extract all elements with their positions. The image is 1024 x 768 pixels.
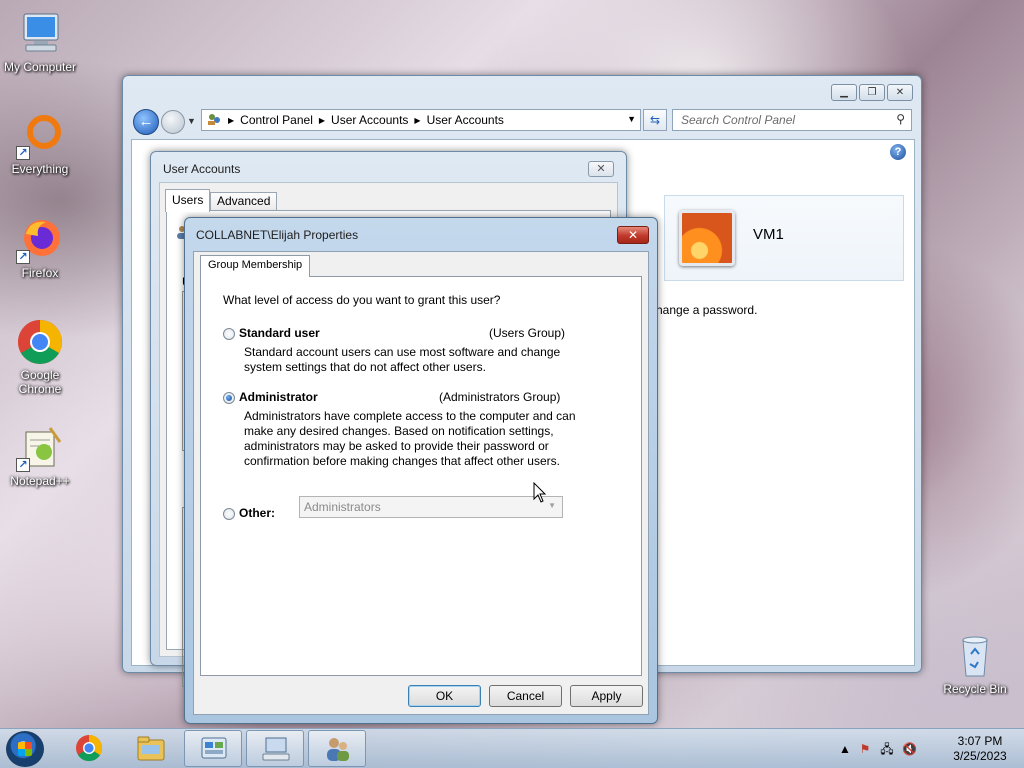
show-hidden-icons-button[interactable]: ▲ [838,742,852,756]
notepad-plus-plus-icon: ↗ [16,424,64,472]
desktop-icon-firefox[interactable]: ↗ Firefox [0,216,80,280]
users-group-label: (Users Group) [489,326,566,340]
action-center-icon[interactable]: ⚑ [858,742,872,756]
desktop-icon-my-computer[interactable]: My Computer [0,10,80,74]
search-placeholder: Search Control Panel [681,113,796,127]
tab-advanced[interactable]: Advanced [210,192,278,211]
maximize-button[interactable]: ❐ [859,84,885,101]
tab-group-membership[interactable]: Group Membership [200,255,311,277]
recent-pages-dropdown[interactable]: ▼ [187,116,196,126]
desktop-icon-label: Recycle Bin [943,682,1007,696]
help-icon[interactable]: ? [890,144,906,160]
taskbar-user-accounts[interactable] [246,730,304,767]
volume-muted-icon[interactable]: 🔇 [902,742,917,756]
computer-icon [16,10,64,58]
chevron-down-icon: ▼ [548,501,556,510]
administrator-radio[interactable] [223,392,235,404]
desktop-icon-label: Google Chrome [18,368,62,396]
mouse-cursor-icon [533,482,547,503]
desktop-icon-everything[interactable]: ↗ Everything [0,112,80,176]
desktop-icon-notepad-plus-plus[interactable]: ↗ Notepad++ [0,424,80,488]
desktop-icon-label: My Computer [3,60,77,74]
clock-date: 3/25/2023 [953,749,1007,763]
shortcut-arrow-icon: ↗ [16,146,30,160]
other-group-value: Administrators [304,500,381,514]
desktop-icon-label: Notepad++ [10,474,70,488]
desktop-icon-recycle-bin[interactable]: Recycle Bin [935,632,1015,696]
user-card: VM1 [664,195,904,281]
other-group-select[interactable]: Administrators ▼ [299,496,563,518]
breadcrumb-user-accounts[interactable]: User Accounts [331,113,408,127]
breadcrumb-control-panel[interactable]: Control Panel [240,113,313,127]
taskbar-chrome[interactable] [60,730,118,767]
desktop-icon-google-chrome[interactable]: Google Chrome [0,318,80,396]
cancel-button[interactable]: Cancel [489,685,562,707]
window-caption-buttons: ▁ ❐ ✕ [831,84,913,101]
refresh-button[interactable]: ⇆ [643,109,667,131]
shortcut-arrow-icon: ↗ [16,250,30,264]
address-bar[interactable]: ▶ Control Panel ▶ User Accounts ▶ User A… [201,109,641,131]
properties-body: Group Membership What level of access do… [193,251,649,715]
group-membership-panel: What level of access do you want to gran… [200,276,642,676]
clock-time: 3:07 PM [957,734,1003,748]
users-icon [327,738,349,761]
folder-icon [137,736,165,761]
control-panel-icon [201,737,227,759]
chevron-right-icon[interactable]: ▶ [228,116,234,125]
access-question: What level of access do you want to gran… [223,293,501,307]
standard-user-label[interactable]: Standard user [239,326,320,340]
chevron-right-icon[interactable]: ▶ [414,116,420,125]
navigation-bar: ← ▼ ▶ Control Panel ▶ User Accounts ▶ Us… [131,107,913,135]
chevron-down-icon[interactable]: ▼ [627,114,636,124]
firefox-icon: ↗ [16,216,64,264]
chrome-icon [76,734,103,762]
search-input[interactable]: Search Control Panel ⚲ [672,109,912,131]
taskbar-file-explorer[interactable] [122,730,180,767]
everything-search-icon: ↗ [16,112,64,160]
minimize-button[interactable]: ▁ [831,84,857,101]
back-button[interactable]: ← [133,109,159,135]
forward-button[interactable] [161,110,185,134]
ok-button[interactable]: OK [408,685,481,707]
administrators-group-label: (Administrators Group) [439,390,561,404]
user-card-name: VM1 [753,226,784,243]
desktop-icon-label: Everything [11,162,69,176]
user-properties-dialog[interactable]: COLLABNET\Elijah Properties ✕ Group Memb… [184,217,658,724]
apply-button[interactable]: Apply [570,685,643,707]
administrator-description: Administrators have complete access to t… [244,409,576,468]
clock[interactable]: 3:07 PM 3/25/2023 [946,734,1014,764]
system-tray: ▲ ⚑ 🖧 🔇 3:07 PM 3/25/2023 [834,729,1014,768]
windows-logo-icon [18,742,32,756]
control-panel-icon [206,111,222,130]
start-button[interactable] [6,731,44,767]
search-icon[interactable]: ⚲ [896,112,905,126]
dialog-title: User Accounts [163,162,241,176]
standard-user-radio[interactable] [223,328,235,340]
chevron-right-icon[interactable]: ▶ [319,116,325,125]
network-icon[interactable]: 🖧 [880,742,894,756]
close-button[interactable]: ✕ [588,161,614,177]
user-avatar [679,210,735,266]
chrome-icon [16,318,64,366]
desktop-icon-label: Firefox [21,266,59,280]
standard-user-description: Standard account users can use most soft… [244,345,561,374]
close-button[interactable]: ✕ [887,84,913,101]
keyboard-monitor-icon [262,737,290,761]
change-password-link[interactable]: hange a password. [656,303,757,317]
other-radio[interactable] [223,508,235,520]
taskbar-properties[interactable] [308,730,366,767]
taskbar: ▲ ⚑ 🖧 🔇 3:07 PM 3/25/2023 [0,728,1024,768]
breadcrumb-user-accounts-current[interactable]: User Accounts [427,113,504,127]
shortcut-arrow-icon: ↗ [16,458,30,472]
administrator-label[interactable]: Administrator [239,390,318,404]
taskbar-control-panel[interactable] [184,730,242,767]
dialog-title: COLLABNET\Elijah Properties [196,228,359,242]
recycle-bin-icon [951,632,999,680]
other-label[interactable]: Other: [239,506,275,520]
close-button[interactable]: ✕ [617,226,649,244]
tab-users[interactable]: Users [165,189,211,212]
